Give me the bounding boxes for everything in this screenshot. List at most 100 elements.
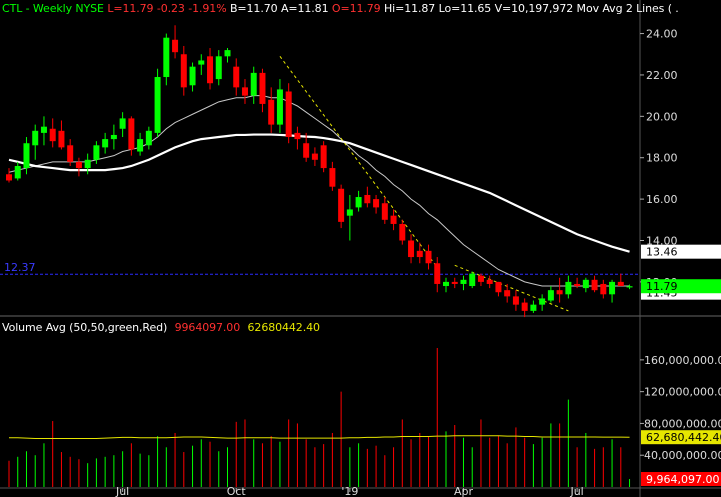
candle-body xyxy=(574,283,581,287)
volume-bars xyxy=(8,347,631,487)
candle-body xyxy=(84,159,91,169)
candle-body xyxy=(215,56,222,80)
candle-body xyxy=(565,281,572,295)
candle-body xyxy=(93,145,100,160)
candle-body xyxy=(32,130,39,146)
last-price: L=11.79 xyxy=(107,2,154,15)
candle-body xyxy=(582,279,589,289)
candle-body xyxy=(75,161,82,169)
candle-body xyxy=(110,134,117,140)
moving-average-long-line xyxy=(8,133,630,253)
volume-study-label: Volume Avg (50,50,green,Red) xyxy=(2,321,168,334)
candle-body xyxy=(495,281,502,293)
candle-body xyxy=(416,250,423,258)
candle-body xyxy=(477,275,484,282)
volume-tick-label: 80,000,000.00 xyxy=(644,417,721,430)
candle-body xyxy=(241,87,248,96)
volume-tick-label: 120,000,000.00 xyxy=(644,386,721,399)
candle-body xyxy=(521,302,528,311)
period: Weekly xyxy=(32,2,73,15)
symbol: CTL xyxy=(2,2,23,15)
candle-body xyxy=(408,240,415,258)
candle-body xyxy=(390,215,397,224)
candle-body xyxy=(276,89,283,125)
candle-body xyxy=(434,263,441,284)
candle-body xyxy=(67,145,74,162)
candle-body xyxy=(102,139,109,148)
price-tick-label: 16.00 xyxy=(646,193,678,206)
price-tick-label: 18.00 xyxy=(646,152,678,165)
candle-body xyxy=(128,118,135,150)
candle-body xyxy=(539,298,546,305)
change-percent: -1.91% xyxy=(188,2,227,15)
candle-body xyxy=(556,290,563,295)
candle-body xyxy=(381,203,388,220)
last-volume-tag: 9,964,097.00 xyxy=(646,473,719,486)
volume-header: Volume Avg (50,50,green,Red) 9964097.00 … xyxy=(2,321,320,334)
price-tick-label: 20.00 xyxy=(646,110,678,123)
candle-body xyxy=(233,66,240,88)
bid: B=11.70 xyxy=(229,2,278,15)
candle-body xyxy=(250,72,257,96)
study-suffix: ( . xyxy=(667,2,679,15)
volume-average-line xyxy=(9,435,630,440)
header-separator: - xyxy=(22,2,33,15)
candle-body xyxy=(58,130,65,148)
candle-body xyxy=(329,168,336,187)
volume: V=10,197,972 xyxy=(494,2,574,15)
candle-body xyxy=(451,281,458,284)
volume-average-value: 62680442.40 xyxy=(247,321,320,334)
candle-body xyxy=(600,283,607,295)
candle-body xyxy=(40,126,47,133)
candle-body xyxy=(268,99,275,125)
price-header: CTL - Weekly NYSE L=11.79 -0.23 -1.91% B… xyxy=(2,2,679,15)
candle-body xyxy=(320,145,327,169)
candle-body xyxy=(609,281,616,295)
last-price-tag: 11.79 xyxy=(646,280,678,293)
volume-value: 9964097.00 xyxy=(174,321,241,334)
candle-body xyxy=(338,188,345,222)
date-tick-label: Oct xyxy=(227,485,247,497)
grid xyxy=(0,0,721,497)
exchange: NYSE xyxy=(75,2,104,15)
trendlines xyxy=(279,56,569,312)
candle-body xyxy=(224,50,231,57)
study-name: Mov Avg 2 Lines xyxy=(576,2,665,15)
candle-body xyxy=(425,250,432,264)
candle-body xyxy=(154,77,161,133)
trendline xyxy=(279,56,438,268)
moving-average-tag: 13.46 xyxy=(646,246,678,259)
candle-body xyxy=(504,290,511,297)
candle-body xyxy=(189,66,196,86)
candle-body xyxy=(591,279,598,291)
candle-body xyxy=(207,56,214,84)
candle-body xyxy=(294,132,301,140)
candle-body xyxy=(617,281,624,287)
price-tick-label: 24.00 xyxy=(646,28,678,41)
candle-body xyxy=(198,60,205,65)
candle-body xyxy=(346,209,353,216)
candle-body xyxy=(14,166,21,179)
high: Hi=11.87 xyxy=(383,2,436,15)
candle-body xyxy=(259,72,266,104)
change: -0.23 xyxy=(156,2,185,15)
candle-body xyxy=(119,118,126,129)
low: Lo=11.65 xyxy=(438,2,492,15)
candle-body xyxy=(163,37,170,78)
candle-body xyxy=(137,139,144,152)
candle-body xyxy=(486,279,493,284)
candle-body xyxy=(460,279,467,284)
price-tick-label: 22.00 xyxy=(646,69,678,82)
candle-body xyxy=(172,39,179,53)
volume-tick-label: 40,000,000.00 xyxy=(644,449,721,462)
candle-body xyxy=(512,296,519,305)
date-tick-label: Jul xyxy=(569,485,583,497)
candle-body xyxy=(364,194,371,204)
ask: A=11.81 xyxy=(280,2,329,15)
date-axis: Jul Oct '19 Apr Jul xyxy=(115,485,584,497)
candle-body xyxy=(626,286,633,288)
candle-body xyxy=(399,223,406,241)
stock-chart: 12.37 24.0022.0020.0018.0016.0014.0012.0… xyxy=(0,0,721,497)
candle-body xyxy=(373,199,380,208)
date-tick-label: Jul xyxy=(115,485,129,497)
